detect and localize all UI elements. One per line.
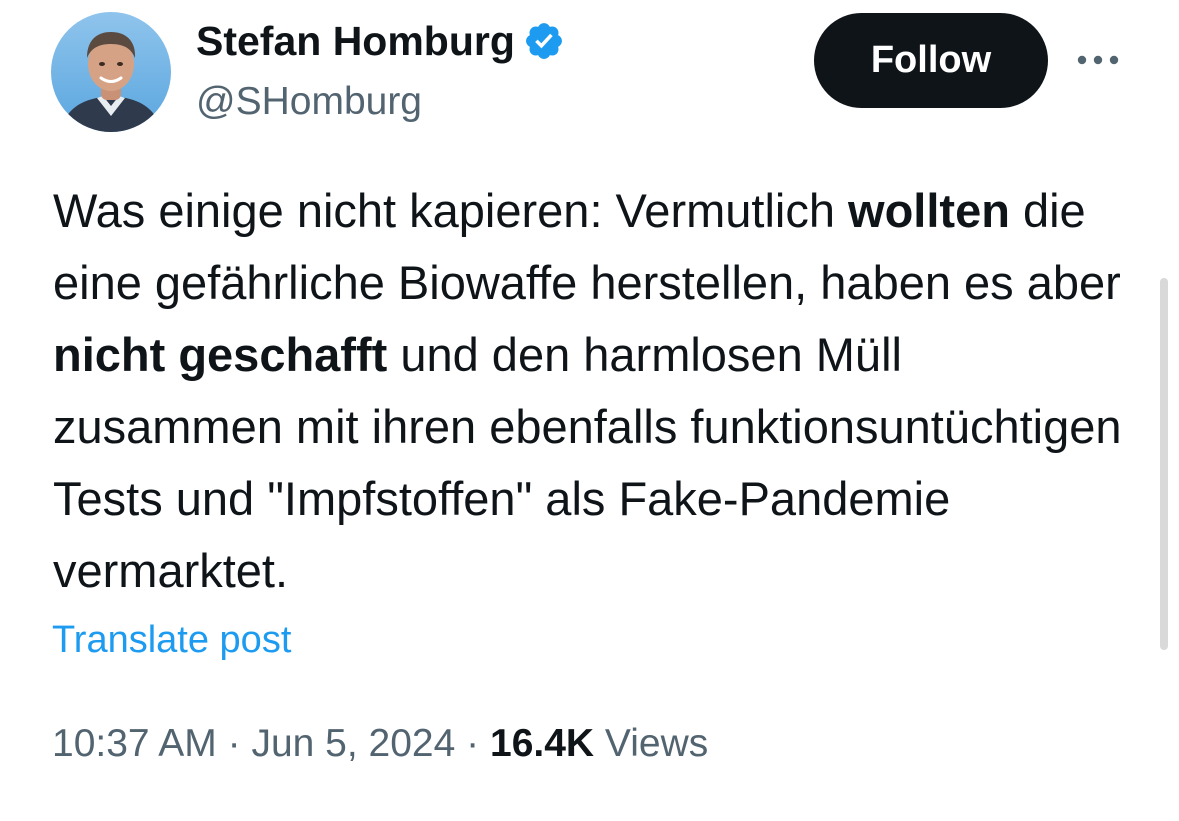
meta-separator: · (466, 722, 480, 765)
post-text-bold-segment: nicht geschafft (53, 328, 388, 381)
meta-separator: · (227, 722, 241, 765)
avatar[interactable] (51, 12, 171, 132)
post-meta: 10:37 AM · Jun 5, 2024 · 16.4K Views (52, 716, 708, 772)
author-handle[interactable]: @SHomburg (196, 77, 422, 127)
author-name-text[interactable]: Stefan Homburg (196, 16, 515, 66)
post-text-bold-segment: wollten (848, 184, 1010, 237)
post-time[interactable]: 10:37 AM (52, 722, 217, 765)
views-count: 16.4K (490, 722, 595, 765)
follow-button[interactable]: Follow (814, 13, 1048, 108)
author-display-name[interactable]: Stefan Homburg (196, 16, 565, 66)
person-portrait-avatar (51, 12, 171, 132)
translate-post-link[interactable]: Translate post (52, 614, 291, 666)
post-text: Was einige nicht kapieren: Vermutlich wo… (53, 175, 1143, 607)
scrollbar[interactable] (1160, 278, 1168, 650)
verified-badge-icon[interactable] (523, 20, 565, 62)
views-label: Views (604, 722, 709, 765)
post-date[interactable]: Jun 5, 2024 (251, 722, 455, 765)
more-dots-icon[interactable] (1070, 40, 1126, 80)
post-text-segment: Was einige nicht kapieren: Vermutlich (53, 184, 849, 237)
